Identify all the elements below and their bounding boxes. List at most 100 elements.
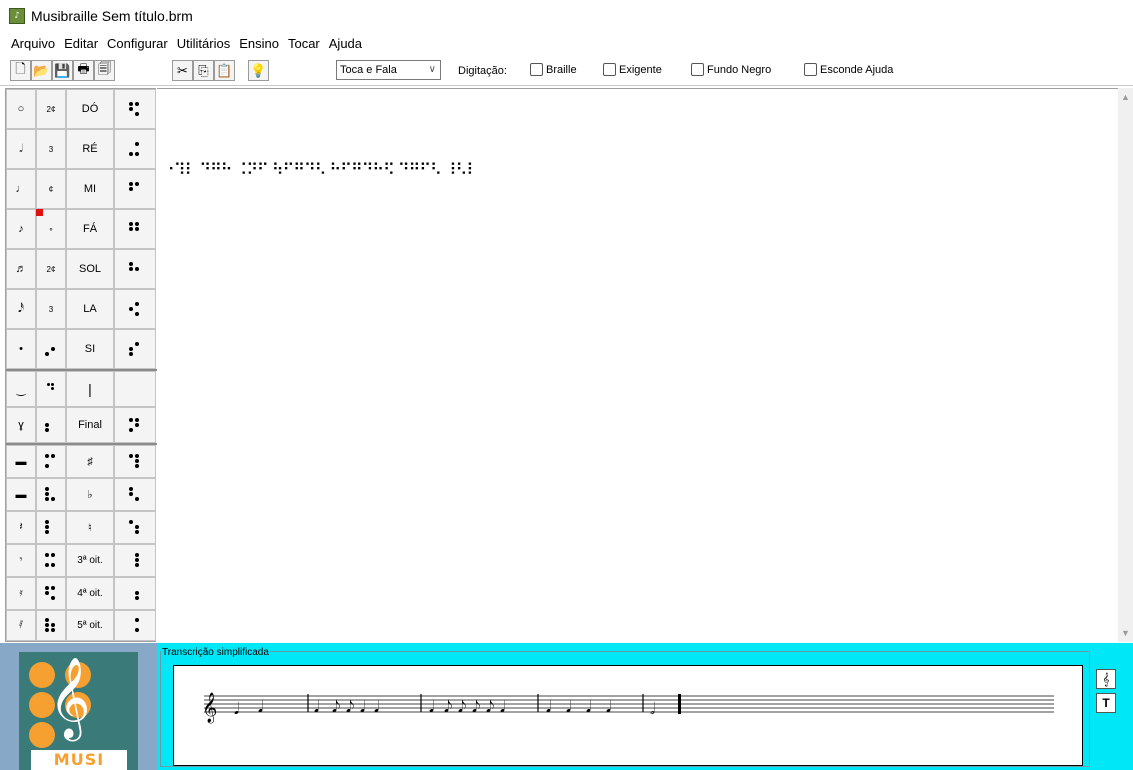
checkbox-box[interactable] [691, 63, 704, 76]
checkbox-box[interactable] [530, 63, 543, 76]
scroll-up-icon[interactable]: ▲ [1121, 92, 1130, 102]
svg-text:𝅗𝅥: 𝅗𝅥 [650, 699, 655, 718]
duration-2[interactable]: 3 [36, 129, 66, 169]
menu-ajuda[interactable]: Ajuda [329, 36, 362, 51]
menu-tocar[interactable]: Tocar [288, 36, 320, 51]
menu-utilitarios[interactable]: Utilitários [177, 36, 230, 51]
braille-natural-cell[interactable] [114, 511, 156, 544]
checkbox-label: Braille [546, 63, 577, 76]
checkbox-box[interactable] [603, 63, 616, 76]
braille-text[interactable]: ⠐⠹⠇ ⠙⠛⠓ ⠨⠝⠋ ⠳⠋⠛⠙⠣ ⠓⠋⠛⠙⠓⠫ ⠙⠛⠋⠣ ⠸⠣⠇ [163, 160, 478, 179]
braille-cell-si[interactable] [114, 329, 156, 369]
thirtysecond-rest-icon[interactable]: 𝅀 [6, 610, 36, 641]
dot-icon[interactable]: • [6, 329, 36, 369]
title-bar: ♪ Musibraille Sem título.brm [0, 0, 1133, 32]
braille-cell[interactable] [36, 478, 66, 511]
braille-cell-la[interactable] [114, 289, 156, 329]
menu-configurar[interactable]: Configurar [107, 36, 168, 51]
half-rest-icon[interactable]: ▬ [6, 478, 36, 511]
paste-icon[interactable]: 📋 [214, 60, 235, 81]
svg-text:𝅘𝅥: 𝅘𝅥 [234, 699, 239, 718]
menu-ensino[interactable]: Ensino [239, 36, 279, 51]
svg-text:𝅘𝅥: 𝅘𝅥 [586, 697, 591, 716]
eighth-note-icon[interactable]: ♪ [6, 209, 36, 249]
checkbox-braille[interactable]: Braille [530, 63, 577, 76]
svg-text:𝅘𝅥𝅮: 𝅘𝅥𝅮 [458, 697, 466, 716]
copy-icon[interactable]: ⎘ [193, 60, 214, 81]
lightbulb-icon[interactable]: 💡 [248, 60, 269, 81]
octave-5[interactable]: 5ª oit. [66, 610, 114, 641]
braille-cell-re[interactable] [114, 129, 156, 169]
menu-editar[interactable]: Editar [64, 36, 98, 51]
eighth-rest-icon[interactable]: 𝄾 [6, 544, 36, 577]
braille-cell-fa[interactable] [114, 209, 156, 249]
braille-octave-3-cell[interactable] [114, 544, 156, 577]
print-icon[interactable]: 🖶 [73, 60, 94, 81]
checkbox-box[interactable] [804, 63, 817, 76]
mode-select[interactable]: Toca e Fala ∨ [336, 60, 441, 80]
preview-icon[interactable]: 🗐 [94, 60, 115, 81]
open-folder-icon[interactable]: 📂 [31, 60, 52, 81]
svg-text:𝅘𝅥: 𝅘𝅥 [314, 697, 319, 716]
braille-cell-do[interactable] [114, 89, 156, 129]
checkbox-label: Fundo Negro [707, 63, 772, 76]
octave-4[interactable]: 4ª oit. [66, 577, 114, 610]
cut-icon[interactable]: ✂ [172, 60, 193, 81]
octave-3[interactable]: 3ª oit. [66, 544, 114, 577]
scroll-down-icon[interactable]: ▼ [1121, 628, 1130, 638]
thirtysecond-note-icon[interactable]: 𝅘𝅥𝅰 [6, 289, 36, 329]
checkbox-fundo-negro[interactable]: Fundo Negro [691, 63, 771, 76]
svg-text:𝅘𝅥: 𝅘𝅥 [258, 697, 263, 716]
braille-cell[interactable] [36, 610, 66, 641]
braille-flat-cell[interactable] [114, 478, 156, 511]
empty-cell[interactable] [114, 371, 156, 407]
tie-icon[interactable]: ‿ [6, 371, 36, 407]
braille-cell-sol[interactable] [114, 249, 156, 289]
note-re[interactable]: RÉ [66, 129, 114, 169]
treble-clef-icon: 𝄞 [49, 656, 91, 738]
duration-1[interactable]: 2¢ [36, 89, 66, 129]
duration-5[interactable]: 2¢ [36, 249, 66, 289]
quarter-note-icon[interactable]: ♩ [6, 169, 36, 209]
braille-cell-mi[interactable] [114, 169, 156, 209]
save-icon[interactable]: 💾 [52, 60, 73, 81]
checkbox-exigente[interactable]: Exigente [603, 63, 662, 76]
checkbox-esconde-ajuda[interactable]: Esconde Ajuda [804, 63, 893, 76]
braille-cell[interactable] [36, 445, 66, 478]
braille-triplet-cell[interactable] [36, 407, 66, 443]
note-fa[interactable]: FÁ [66, 209, 114, 249]
vertical-scrollbar[interactable]: ▲ ▼ [1118, 88, 1133, 642]
sharp-icon[interactable]: ♯ [66, 445, 114, 478]
note-si[interactable]: SI [66, 329, 114, 369]
final-label[interactable]: Final [66, 407, 114, 443]
sixteenth-rest-icon[interactable]: 𝄿 [6, 577, 36, 610]
braille-dot-cell[interactable] [36, 329, 66, 369]
clef-button[interactable]: 𝄞 [1096, 669, 1116, 689]
whole-rest-icon[interactable]: ▬ [6, 445, 36, 478]
barline-icon[interactable]: | [66, 371, 114, 407]
menu-arquivo[interactable]: Arquivo [11, 36, 55, 51]
note-la[interactable]: LA [66, 289, 114, 329]
braille-cell[interactable] [36, 544, 66, 577]
whole-note-icon[interactable]: ○ [6, 89, 36, 129]
duration-3[interactable]: ¢ [36, 169, 66, 209]
triplet-icon[interactable]: ɣ [6, 407, 36, 443]
braille-tie-cell[interactable] [36, 371, 66, 407]
braille-cell[interactable] [36, 577, 66, 610]
braille-sharp-cell[interactable] [114, 445, 156, 478]
half-note-icon[interactable]: 𝅗𝅥 [6, 129, 36, 169]
braille-cell[interactable] [36, 511, 66, 544]
note-mi[interactable]: MI [66, 169, 114, 209]
note-do[interactable]: DÓ [66, 89, 114, 129]
text-button[interactable]: T [1096, 693, 1116, 713]
flat-icon[interactable]: ♭ [66, 478, 114, 511]
quarter-rest-icon[interactable]: 𝄽 [6, 511, 36, 544]
braille-final-cell[interactable] [114, 407, 156, 443]
duration-6[interactable]: 3 [36, 289, 66, 329]
braille-octave-5-cell[interactable] [114, 610, 156, 641]
sixteenth-note-icon[interactable]: ♬ [6, 249, 36, 289]
braille-octave-4-cell[interactable] [114, 577, 156, 610]
note-sol[interactable]: SOL [66, 249, 114, 289]
new-file-icon[interactable]: 🗋 [10, 60, 31, 81]
natural-icon[interactable]: ♮ [66, 511, 114, 544]
